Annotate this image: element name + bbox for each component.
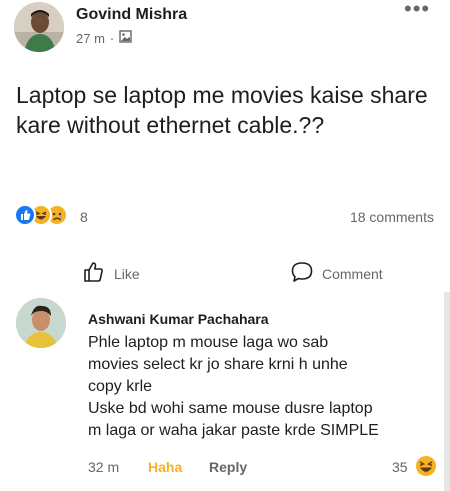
commenter-avatar[interactable] <box>16 298 66 348</box>
comments-count[interactable]: 18 comments <box>350 209 434 225</box>
comment-text: Phle laptop m mouse laga wo sab movies s… <box>88 332 428 442</box>
post-text: Laptop se laptop me movies kaise share k… <box>16 82 428 138</box>
post-meta: 27 m · <box>76 30 132 46</box>
thumbs-up-icon <box>82 260 106 287</box>
haha-button[interactable]: Haha <box>148 459 182 475</box>
action-bar: Like Comment <box>0 252 450 292</box>
post-header: Govind Mishra 27 m · ••• <box>0 0 450 60</box>
speech-bubble-icon <box>290 260 314 287</box>
reaction-stats: 8 18 comments <box>0 202 450 232</box>
comment-footer: 32 m Haha Reply 35 <box>88 455 438 479</box>
comment-button[interactable]: Comment <box>290 260 383 287</box>
post-time[interactable]: 27 m <box>76 31 105 46</box>
comment-line: Uske bd wohi same mouse dusre laptop <box>88 400 373 417</box>
like-label: Like <box>114 265 140 282</box>
author-name[interactable]: Govind Mishra <box>76 6 187 24</box>
author-avatar[interactable] <box>14 2 64 52</box>
like-button[interactable]: Like <box>82 260 140 287</box>
comment-line: m laga or waha jakar paste krde SIMPLE <box>88 422 379 439</box>
comment-line: copy krle <box>88 378 153 395</box>
comment-reaction-count[interactable]: 35 <box>392 459 408 475</box>
more-dots-icon[interactable]: ••• <box>404 0 430 20</box>
reaction-icons[interactable] <box>14 204 68 226</box>
reaction-count[interactable]: 8 <box>80 209 88 225</box>
commenter-name[interactable]: Ashwani Kumar Pachahara <box>88 311 269 327</box>
comment-time[interactable]: 32 m <box>88 459 119 475</box>
album-icon <box>119 30 132 46</box>
like-reaction-icon <box>14 204 36 226</box>
comment-line: Phle laptop m mouse laga wo sab <box>88 334 329 351</box>
comment-label: Comment <box>322 265 383 282</box>
haha-emoji-icon <box>415 455 437 477</box>
meta-separator: · <box>109 30 115 46</box>
reply-button[interactable]: Reply <box>209 459 247 475</box>
comment-line: movies select kr jo share krni h unhe <box>88 356 348 373</box>
scrollbar[interactable] <box>444 292 450 491</box>
